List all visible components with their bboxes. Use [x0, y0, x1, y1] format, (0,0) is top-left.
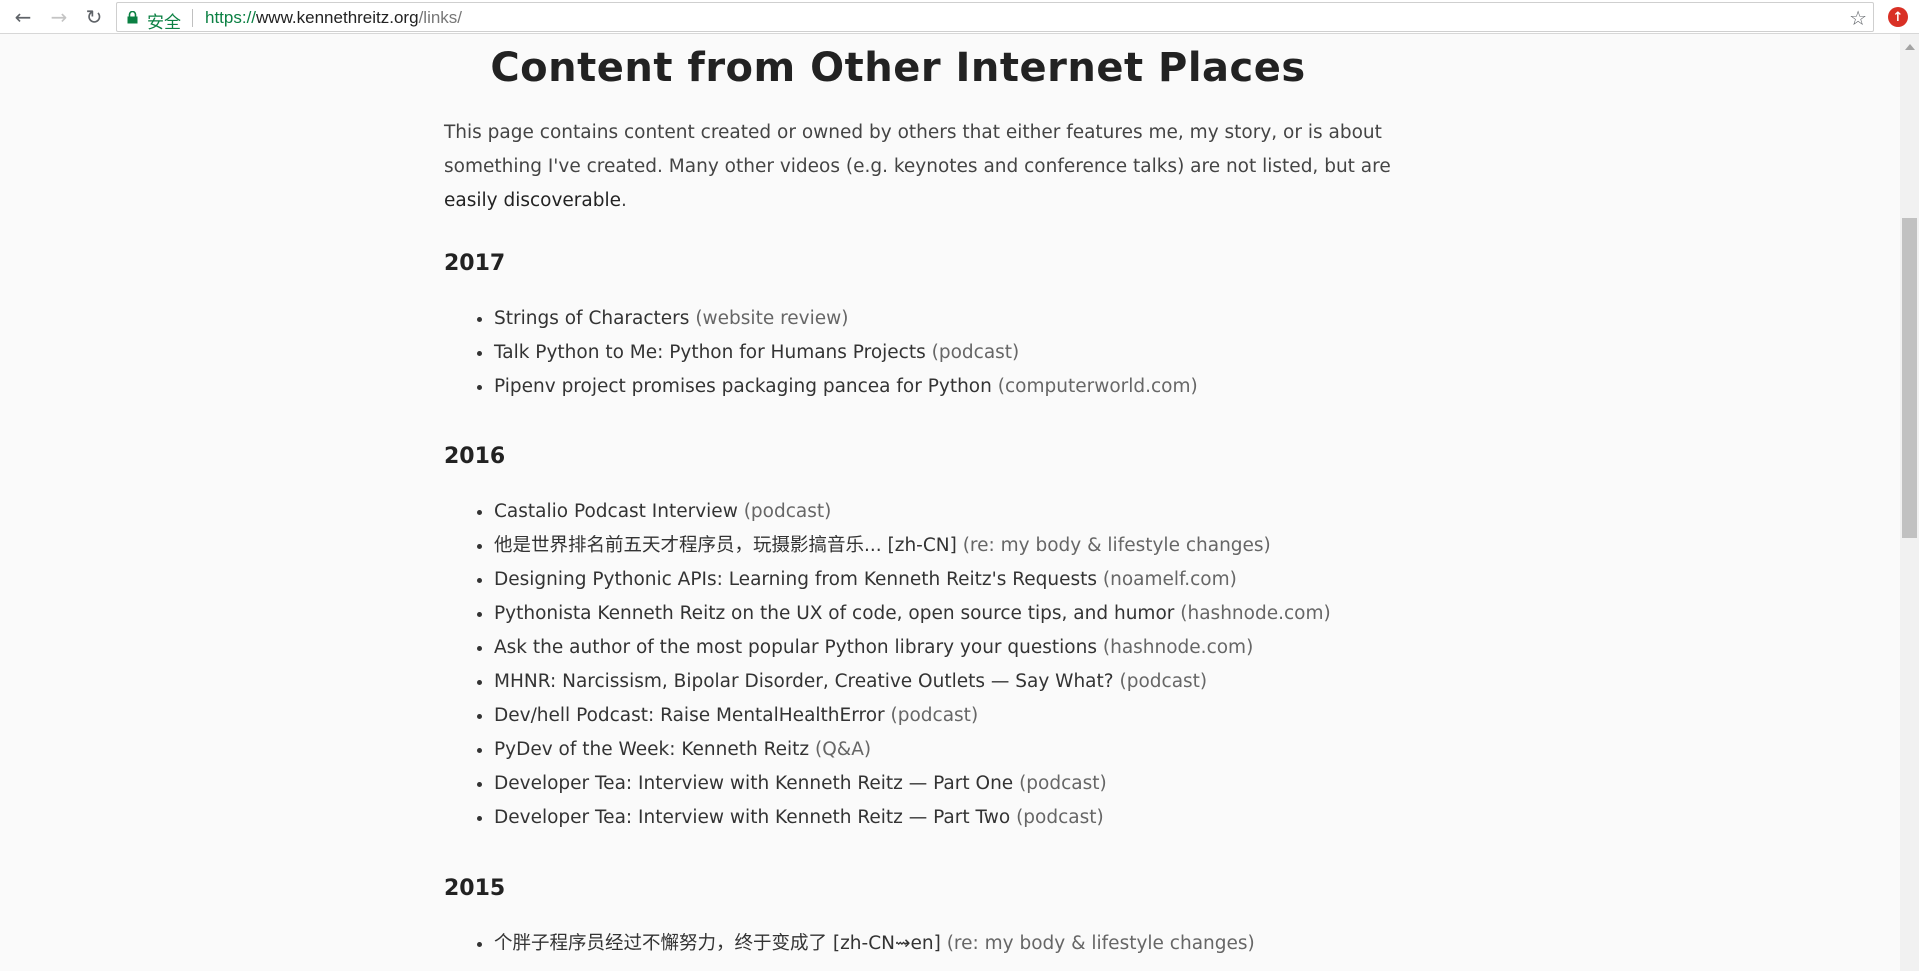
link-tag: (podcast) — [931, 342, 1020, 363]
link-tag: (re: my body & lifestyle changes) — [946, 933, 1255, 954]
link-tag: (podcast) — [1019, 773, 1107, 794]
url-text[interactable]: https://www.kennethreitz.org/links/ — [205, 8, 462, 28]
link[interactable]: Designing Pythonic APIs: Learning from K… — [494, 569, 1097, 590]
intro-end: . — [621, 190, 627, 211]
address-bar[interactable]: 安全 https://www.kennethreitz.org/links/ ☆ — [116, 2, 1874, 33]
link[interactable]: PyDev of the Week: Kenneth Reitz — [494, 739, 809, 760]
list-item: Pipenv project promises packaging pancea… — [494, 370, 1198, 404]
bookmark-star-icon[interactable]: ☆ — [1849, 6, 1867, 30]
scroll-up-arrow-icon[interactable] — [1905, 44, 1915, 50]
omnibox-divider — [192, 9, 193, 27]
link[interactable]: 他是世界排名前五天才程序员，玩摄影搞音乐... [zh-CN] — [494, 535, 957, 556]
easily-link[interactable]: easily discoverable — [444, 190, 621, 211]
link[interactable]: MHNR: Narcissism, Bipolar Disorder, Crea… — [494, 671, 1114, 692]
vertical-scrollbar[interactable] — [1900, 34, 1919, 971]
list-item: Designing Pythonic APIs: Learning from K… — [494, 563, 1331, 597]
link-tag: (hashnode.com) — [1180, 603, 1331, 624]
list-item: Castalio Podcast Interview (podcast) — [494, 495, 1331, 529]
year-heading-2016: 2016 — [444, 444, 506, 469]
link[interactable]: Pipenv project promises packaging pancea… — [494, 376, 992, 397]
scrollbar-thumb[interactable] — [1902, 218, 1917, 538]
link-list-2015: 个胖子程序员经过不懈努力，终于变成了 [zh-CN⇝en] (re: my bo… — [444, 927, 1255, 961]
list-item: Pythonista Kenneth Reitz on the UX of co… — [494, 597, 1331, 631]
link[interactable]: Castalio Podcast Interview — [494, 501, 738, 522]
link[interactable]: Developer Tea: Interview with Kenneth Re… — [494, 807, 1010, 828]
list-item: 他是世界排名前五天才程序员，玩摄影搞音乐... [zh-CN] (re: my … — [494, 529, 1331, 563]
link-tag: (Q&A) — [815, 739, 872, 760]
list-item: Strings of Characters (website review) — [494, 302, 1198, 336]
year-heading-2017: 2017 — [444, 251, 506, 276]
link[interactable]: Talk Python to Me: Python for Humans Pro… — [494, 342, 926, 363]
link[interactable]: Pythonista Kenneth Reitz on the UX of co… — [494, 603, 1174, 624]
link-list-2017: Strings of Characters (website review) T… — [444, 302, 1198, 404]
link-tag: (podcast) — [1119, 671, 1208, 692]
intro-paragraph: This page contains content created or ow… — [444, 116, 1444, 218]
url-scheme: https:// — [205, 8, 257, 27]
link[interactable]: 个胖子程序员经过不懈努力，终于变成了 [zh-CN⇝en] — [494, 933, 941, 954]
link-tag: (podcast) — [890, 705, 979, 726]
forward-icon[interactable]: → — [45, 3, 73, 31]
list-item: 个胖子程序员经过不懈努力，终于变成了 [zh-CN⇝en] (re: my bo… — [494, 927, 1255, 961]
list-item: Ask the author of the most popular Pytho… — [494, 631, 1331, 665]
link-tag: (computerworld.com) — [997, 376, 1198, 397]
link-tag: (website review) — [695, 308, 849, 329]
link-tag: (hashnode.com) — [1102, 637, 1254, 658]
list-item: PyDev of the Week: Kenneth Reitz (Q&A) — [494, 733, 1331, 767]
page-title: Content from Other Internet Places — [490, 45, 1306, 91]
list-item: MHNR: Narcissism, Bipolar Disorder, Crea… — [494, 665, 1331, 699]
list-item: Dev/hell Podcast: Raise MentalHealthErro… — [494, 699, 1331, 733]
page-viewport: Content from Other Internet Places This … — [0, 34, 1900, 971]
link-list-2016: Castalio Podcast Interview (podcast) 他是世… — [444, 495, 1331, 835]
link[interactable]: Strings of Characters — [494, 308, 689, 329]
link-tag: (re: my body & lifestyle changes) — [962, 535, 1271, 556]
list-item: Talk Python to Me: Python for Humans Pro… — [494, 336, 1198, 370]
easily-link-label: easily discoverable — [444, 190, 622, 211]
url-host: www.kennethreitz.org — [256, 8, 419, 27]
secure-label: 安全 — [147, 13, 181, 33]
back-icon[interactable]: ← — [9, 3, 37, 31]
url-path: /links/ — [418, 8, 463, 27]
reload-icon[interactable]: ↻ — [80, 3, 108, 31]
year-heading-2015: 2015 — [444, 876, 506, 901]
link-tag: (noamelf.com) — [1102, 569, 1237, 590]
intro-text: This page contains content created or ow… — [444, 122, 1391, 177]
browser-toolbar: ← → ↻ 安全 https://www.kennethreitz.org/li… — [0, 0, 1919, 34]
list-item: Developer Tea: Interview with Kenneth Re… — [494, 767, 1331, 801]
link[interactable]: Ask the author of the most popular Pytho… — [494, 637, 1097, 658]
extension-icon[interactable]: ↑ — [1888, 7, 1908, 27]
list-item: Developer Tea: Interview with Kenneth Re… — [494, 801, 1331, 835]
link-tag: (podcast) — [743, 501, 832, 522]
link[interactable]: Dev/hell Podcast: Raise MentalHealthErro… — [494, 705, 885, 726]
lock-icon — [127, 11, 138, 24]
link-tag: (podcast) — [1016, 807, 1104, 828]
link[interactable]: Developer Tea: Interview with Kenneth Re… — [494, 773, 1013, 794]
